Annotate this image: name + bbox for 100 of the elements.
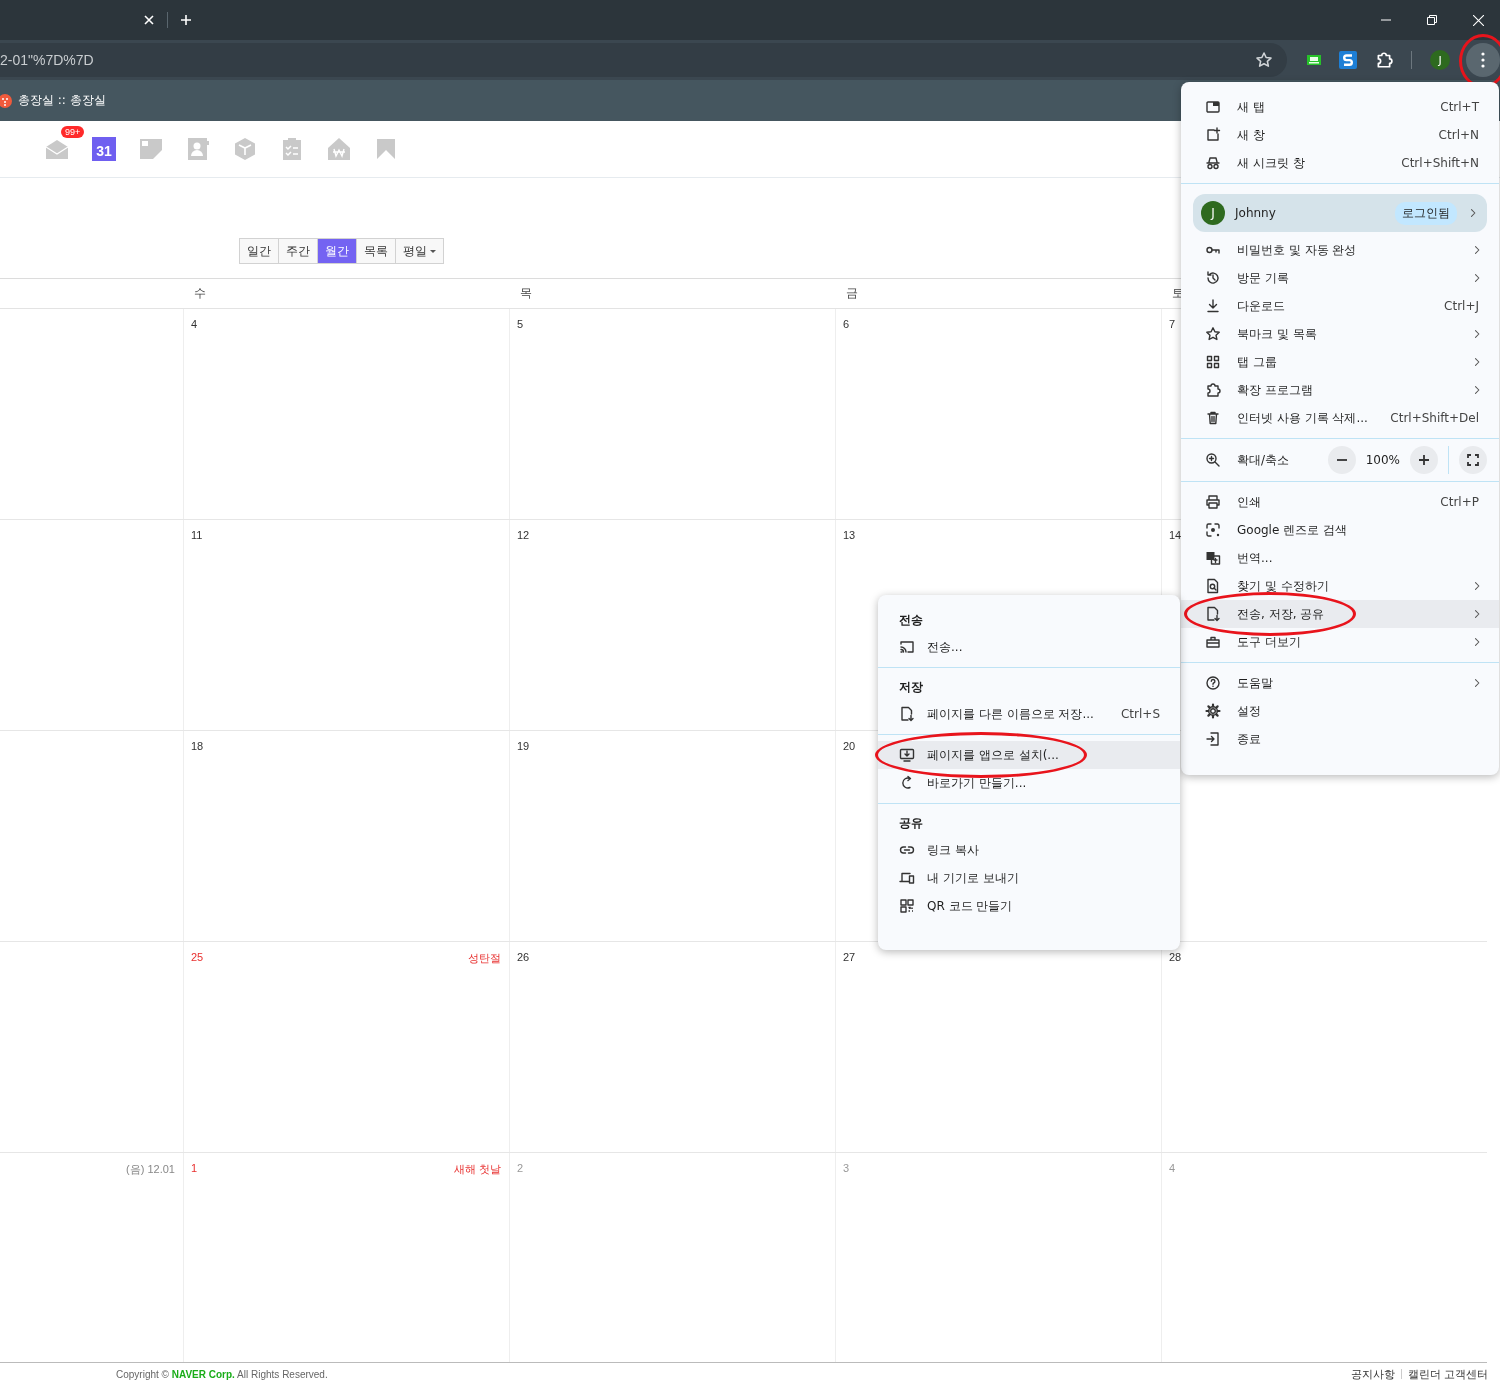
view-tab[interactable]: 월간 xyxy=(317,239,356,263)
install-icon xyxy=(899,747,915,763)
menu-item[interactable]: 도움말 xyxy=(1181,669,1499,697)
download-icon xyxy=(1205,298,1221,314)
menu-item[interactable]: 새 시크릿 창 Ctrl+Shift+N xyxy=(1181,149,1499,177)
site-icon xyxy=(0,93,12,108)
menu-item[interactable]: Google 렌즈로 검색 xyxy=(1181,516,1499,544)
lens-icon xyxy=(1205,522,1221,538)
extension-icon[interactable] xyxy=(1339,51,1357,69)
profile-item[interactable]: J Johnny 로그인됨 xyxy=(1193,194,1487,232)
menu-item[interactable]: 확장 프로그램 xyxy=(1181,376,1499,404)
date-number: 18 xyxy=(191,740,204,752)
new-tab-icon[interactable] xyxy=(180,14,192,26)
caret-icon xyxy=(430,249,436,253)
menu-item[interactable]: 종료 xyxy=(1181,725,1499,753)
section-heading: 공유 xyxy=(898,814,924,832)
date-number: 28 xyxy=(1169,951,1182,963)
close-tab-icon[interactable] xyxy=(143,14,155,26)
section-heading: 전송 xyxy=(898,611,924,629)
menu-item[interactable]: 페이지를 앱으로 설치(... xyxy=(878,741,1180,769)
footer-link[interactable]: 공지사항 xyxy=(1350,1366,1395,1382)
menu-item[interactable]: 링크 복사 xyxy=(878,836,1180,864)
checklist-icon[interactable] xyxy=(280,137,304,161)
menu-item[interactable]: 다운로드 Ctrl+J xyxy=(1181,292,1499,320)
date-number: 5 xyxy=(517,318,524,330)
profile-avatar[interactable]: J xyxy=(1430,50,1450,70)
menu-item[interactable]: 인터넷 사용 기록 삭제... Ctrl+Shift+Del xyxy=(1181,404,1499,432)
date-number: 6 xyxy=(843,318,850,330)
zoom-level: 100% xyxy=(1365,453,1400,467)
printer-icon xyxy=(1205,494,1221,510)
zoom-icon xyxy=(1205,452,1221,468)
footer-link[interactable]: 캘린더 고객센터 xyxy=(1407,1366,1488,1382)
cast-icon xyxy=(899,639,915,655)
menu-item[interactable]: 찾기 및 수정하기 xyxy=(1181,572,1499,600)
extension-icon[interactable] xyxy=(1307,53,1321,67)
fullscreen-icon xyxy=(1467,454,1479,466)
grid-icon xyxy=(1205,354,1221,370)
menu-item[interactable]: 북마크 및 목록 xyxy=(1181,320,1499,348)
calendar-app-icon[interactable]: 31 xyxy=(92,137,116,161)
menu-item[interactable]: QR 코드 만들기 xyxy=(878,892,1180,920)
menu-item[interactable]: 새 창 Ctrl+N xyxy=(1181,121,1499,149)
address-bar[interactable]: 2-01"%7D%7D xyxy=(0,43,1287,77)
weekday-label: 수 xyxy=(194,285,206,302)
date-number: 27 xyxy=(843,951,856,963)
zoom-out-button[interactable] xyxy=(1327,446,1356,474)
date-number: 20 xyxy=(843,740,856,752)
fullscreen-button[interactable] xyxy=(1459,446,1487,474)
section-heading: 저장 xyxy=(898,678,924,696)
devices-icon xyxy=(899,870,915,886)
weekday-label: 금 xyxy=(846,285,858,302)
date-number: 2 xyxy=(517,1162,524,1174)
date-number: 13 xyxy=(843,529,856,541)
date-number: 26 xyxy=(517,951,530,963)
menu-item[interactable]: 번역... xyxy=(1181,544,1499,572)
find-document-icon xyxy=(1205,578,1221,594)
new-window-icon xyxy=(1205,127,1221,143)
menu-item[interactable]: 내 기기로 보내기 xyxy=(878,864,1180,892)
bookmark-star-icon[interactable] xyxy=(1255,51,1273,69)
close-icon[interactable] xyxy=(1473,14,1484,26)
view-tab[interactable]: 평일 xyxy=(395,239,443,263)
tab-icon xyxy=(1205,99,1221,115)
restore-icon[interactable] xyxy=(1427,15,1437,25)
menu-item[interactable]: 설정 xyxy=(1181,697,1499,725)
signed-in-badge: 로그인됨 xyxy=(1395,201,1457,225)
view-tab[interactable]: 목록 xyxy=(356,239,395,263)
menu-item[interactable]: 도구 더보기 xyxy=(1181,628,1499,656)
plus-icon xyxy=(1419,455,1429,465)
puzzle-icon[interactable] xyxy=(1375,51,1393,69)
date-number: 19 xyxy=(517,740,530,752)
date-number: 1 xyxy=(191,1162,198,1176)
menu-item[interactable]: 전송... xyxy=(878,633,1180,661)
date-number: 11 xyxy=(191,529,203,541)
date-number: 7 xyxy=(1169,318,1176,330)
history-icon xyxy=(1205,270,1221,286)
trash-icon xyxy=(1205,410,1221,426)
holiday-name: 새해 첫날 xyxy=(453,1162,501,1177)
menu-item[interactable]: 페이지를 다른 이름으로 저장... Ctrl+S xyxy=(878,700,1180,728)
copyright-text: Copyright © NAVER Corp. All Rights Reserved. xyxy=(116,1368,328,1380)
weekday-label: 목 xyxy=(520,285,532,302)
star-icon xyxy=(1205,326,1221,342)
menu-item[interactable]: 전송, 저장, 공유 xyxy=(1181,600,1499,628)
menu-item[interactable]: 방문 기록 xyxy=(1181,264,1499,292)
file-download-icon xyxy=(1205,606,1221,622)
settings-icon xyxy=(1205,703,1221,719)
menu-item[interactable]: 바로가기 만들기... xyxy=(878,769,1180,797)
file-download-icon xyxy=(899,706,915,722)
view-tab[interactable]: 주간 xyxy=(278,239,317,263)
date-number: 25 xyxy=(191,951,204,965)
menu-item[interactable]: 인쇄 Ctrl+P xyxy=(1181,488,1499,516)
menu-item[interactable]: 탭 그룹 xyxy=(1181,348,1499,376)
bookmark-item[interactable]: 총장실 :: 총장실 xyxy=(0,92,106,109)
menu-item[interactable]: 비밀번호 및 자동 완성 xyxy=(1181,236,1499,264)
minus-icon xyxy=(1336,459,1347,461)
zoom-in-button[interactable] xyxy=(1410,446,1438,474)
date-number: 4 xyxy=(1169,1162,1176,1174)
incognito-icon xyxy=(1205,155,1221,171)
menu-button[interactable] xyxy=(1466,43,1500,77)
view-tab[interactable]: 일간 xyxy=(240,239,278,263)
date-number: 4 xyxy=(191,318,198,330)
menu-item[interactable]: 새 탭 Ctrl+T xyxy=(1181,93,1499,121)
